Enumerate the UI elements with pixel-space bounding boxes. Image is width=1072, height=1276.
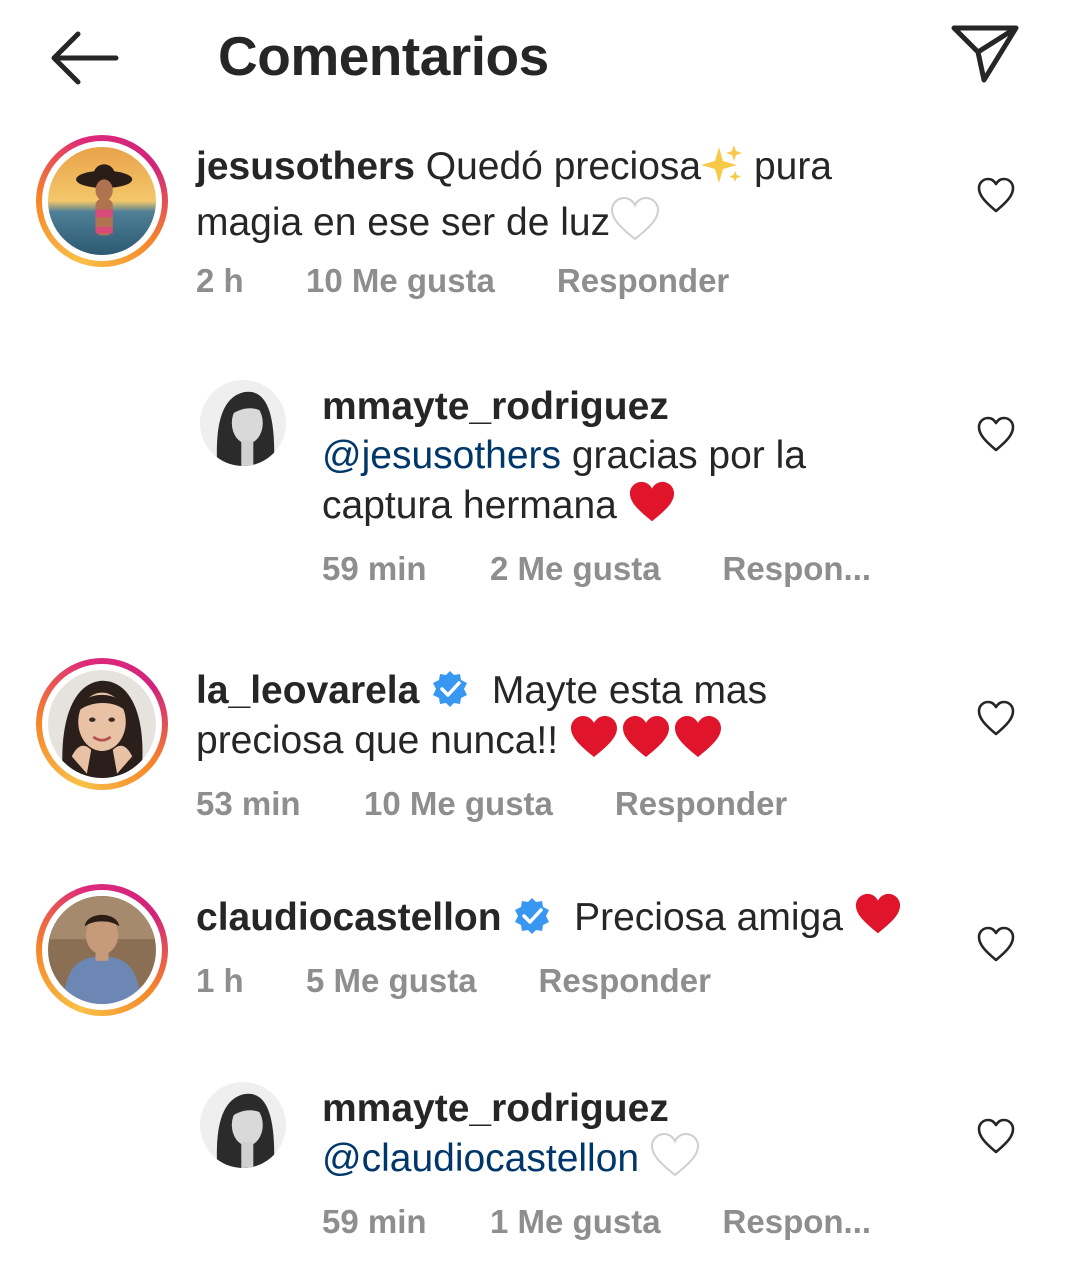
- comment-meta: 59 min 2 Me gusta Respon...: [322, 550, 871, 588]
- comment-body: Quedó preciosa: [414, 145, 702, 188]
- arrow-left-icon: [51, 31, 119, 85]
- heart-outline-icon: [977, 416, 1015, 452]
- comment-text: claudiocastellon Preciosa amiga: [196, 892, 956, 948]
- avatar[interactable]: [36, 135, 168, 267]
- red-heart-icon: [628, 480, 676, 536]
- comment-username[interactable]: la_leovarela: [196, 669, 419, 712]
- reply-button[interactable]: Respon...: [723, 1203, 872, 1241]
- profile-photo: [200, 380, 286, 466]
- comment-text: jesusothers Quedó preciosa pura magia en…: [196, 142, 916, 253]
- comment-body: Preciosa amiga: [574, 896, 854, 939]
- comment-text: mmayte_rodriguez @jesusothers gracias po…: [322, 382, 922, 536]
- comment-text: la_leovarela Mayte esta mas preciosa que…: [196, 666, 916, 771]
- paper-plane-icon: [951, 25, 1019, 83]
- comment-time: 59 min: [322, 550, 427, 587]
- comment-text: mmayte_rodriguez @claudiocastellon: [322, 1084, 922, 1189]
- heart-outline-icon: [977, 700, 1015, 736]
- profile-photo: [48, 670, 156, 778]
- comment-username[interactable]: jesusothers: [196, 145, 415, 188]
- comment-username[interactable]: mmayte_rodriguez: [322, 382, 922, 431]
- avatar[interactable]: [36, 658, 168, 790]
- profile-photo: [48, 896, 156, 1004]
- heart-outline-icon: [977, 177, 1015, 213]
- profile-photo: [200, 1082, 286, 1168]
- reply-button[interactable]: Responder: [539, 962, 711, 1000]
- comment-time: 59 min: [322, 1203, 427, 1240]
- verified-badge-icon: [430, 669, 470, 709]
- mention-link[interactable]: @jesusothers: [322, 434, 561, 477]
- comment-meta: 53 min 10 Me gusta Responder: [196, 785, 787, 823]
- like-button[interactable]: [976, 415, 1016, 453]
- comment-time: 2 h: [196, 262, 244, 299]
- comment-meta: 1 h 5 Me gusta Responder: [196, 962, 711, 1000]
- heart-outline-icon: [977, 926, 1015, 962]
- white-heart-icon: [650, 1132, 700, 1189]
- comments-screen: Comentarios jesusothers Quedó preciosa p…: [0, 0, 1072, 1276]
- reply-button[interactable]: Responder: [557, 262, 729, 300]
- red-heart-icon: [854, 892, 902, 948]
- comment-meta: 59 min 1 Me gusta Respon...: [322, 1203, 871, 1241]
- avatar[interactable]: [36, 884, 168, 1016]
- share-button[interactable]: [946, 18, 1026, 86]
- profile-photo: [48, 147, 156, 255]
- avatar[interactable]: [200, 380, 286, 466]
- likes-count[interactable]: 5 Me gusta: [306, 962, 477, 1000]
- comment-meta: 2 h 10 Me gusta Responder: [196, 262, 729, 300]
- likes-count[interactable]: 1 Me gusta: [490, 1203, 661, 1241]
- avatar[interactable]: [200, 1082, 286, 1168]
- likes-count[interactable]: 10 Me gusta: [364, 785, 553, 823]
- comment-time: 1 h: [196, 962, 244, 999]
- comment-username[interactable]: mmayte_rodriguez: [322, 1084, 922, 1133]
- white-heart-icon: [610, 196, 660, 253]
- reply-button[interactable]: Respon...: [723, 550, 872, 588]
- heart-outline-icon: [977, 1118, 1015, 1154]
- page-title: Comentarios: [218, 25, 549, 87]
- likes-count[interactable]: 2 Me gusta: [490, 550, 661, 588]
- like-button[interactable]: [976, 176, 1016, 214]
- likes-count[interactable]: 10 Me gusta: [306, 262, 495, 300]
- verified-badge-icon: [512, 896, 552, 936]
- comment-time: 53 min: [196, 785, 301, 822]
- sparkles-icon: [701, 145, 743, 197]
- comment-username[interactable]: claudiocastellon: [196, 896, 502, 939]
- reply-button[interactable]: Responder: [615, 785, 787, 823]
- like-button[interactable]: [976, 925, 1016, 963]
- red-heart-icon: [569, 715, 725, 771]
- header: Comentarios: [0, 0, 1072, 115]
- like-button[interactable]: [976, 699, 1016, 737]
- like-button[interactable]: [976, 1117, 1016, 1155]
- mention-link[interactable]: @claudiocastellon: [322, 1137, 639, 1180]
- back-button[interactable]: [44, 26, 124, 90]
